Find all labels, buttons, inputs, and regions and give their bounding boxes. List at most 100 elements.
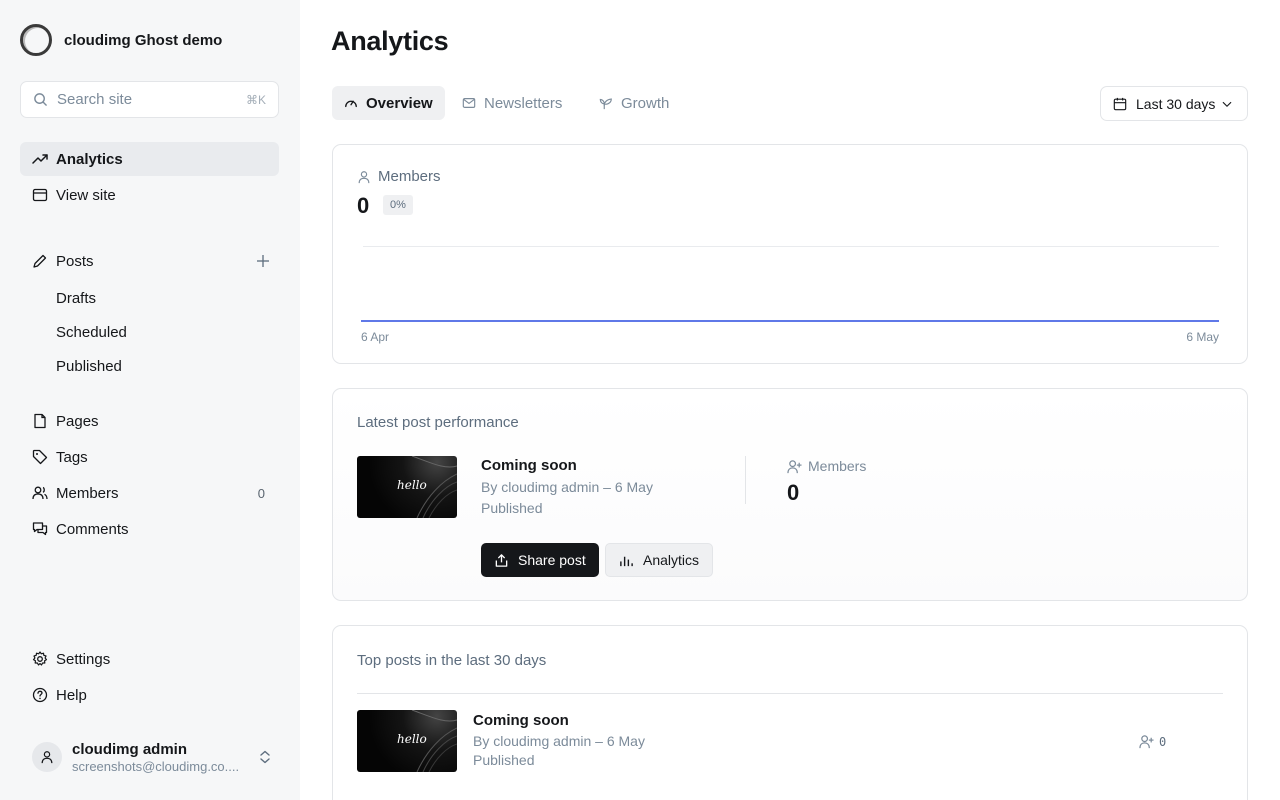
sidebar-item-scheduled[interactable]: Scheduled [56,315,127,349]
avatar [32,742,62,772]
sidebar-item-label: View site [56,186,116,204]
share-post-label: Share post [518,552,586,568]
main-content: Analytics Overview Newsletters Growth La… [300,0,1280,800]
post-title[interactable]: Coming soon [473,712,569,729]
members-count-badge: 0 [257,485,265,501]
date-range-select[interactable]: Last 30 days [1100,86,1248,121]
page-title: Analytics [331,26,449,56]
share-icon [495,553,508,567]
latest-post-card: Latest post performance hello Coming soo… [332,388,1248,601]
post-members-value: 0 [787,480,800,505]
sidebar-item-label: Posts [56,252,94,270]
sidebar-item-published[interactable]: Published [56,349,122,383]
gear-icon [32,651,48,666]
sidebar-item-drafts[interactable]: Drafts [56,281,96,315]
trending-up-icon [32,154,48,164]
post-title[interactable]: Coming soon [481,457,577,474]
tab-growth[interactable]: Growth [587,86,681,120]
sidebar-item-members[interactable]: Members 0 [20,476,279,510]
tab-newsletters[interactable]: Newsletters [450,86,574,120]
chevron-down-icon [1223,101,1232,107]
user-icon [358,170,370,183]
post-analytics-label: Analytics [643,552,700,568]
post-thumbnail[interactable]: hello [357,456,457,518]
bar-chart-icon [620,556,633,566]
post-analytics-button[interactable]: Analytics [605,543,714,577]
post-members-label: Members [787,458,866,474]
sidebar-item-label: Comments [56,520,129,538]
members-change-badge: 0% [383,195,413,215]
user-info: cloudimg admin screenshots@cloudimg.co..… [72,741,258,774]
post-thumbnail: hello [357,710,457,772]
share-post-button[interactable]: Share post [481,543,599,577]
sidebar-item-label: Analytics [56,150,123,168]
sidebar-item-label: Pages [56,412,99,430]
row-members-value: 0 [1159,734,1167,749]
site-logo [20,24,52,56]
browser-window-icon [32,188,48,202]
members-metric-label: Members [357,168,441,185]
members-label-text: Members [378,168,441,185]
tag-icon [32,449,48,465]
sidebar-item-label: Help [56,686,87,704]
sidebar-item-tags[interactable]: Tags [20,440,279,474]
sidebar-item-analytics[interactable]: Analytics [20,142,279,176]
search-icon [34,93,47,106]
horizontal-divider [357,693,1223,694]
users-icon [32,486,48,500]
user-email: screenshots@cloudimg.co.... [72,758,240,774]
members-overview-card: Members 0 0% 6 Apr 6 May [332,144,1248,364]
comments-icon [32,522,48,536]
thumbnail-text: hello [397,478,427,492]
sidebar-item-label: Members [56,484,119,502]
chevron-up-down-icon[interactable] [258,749,272,765]
help-circle-icon [32,687,48,703]
site-name: cloudimg Ghost demo [64,31,223,49]
sprout-icon [599,98,612,110]
user-menu[interactable]: cloudimg admin screenshots@cloudimg.co..… [32,738,272,776]
sidebar-item-posts[interactable]: Posts [20,244,279,278]
site-brand[interactable]: cloudimg Ghost demo [20,24,222,56]
post-members-label-text: Members [808,458,867,474]
pencil-icon [33,254,47,268]
top-posts-heading: Top posts in the last 30 days [357,652,547,669]
sidebar-item-label: Settings [56,650,111,668]
mail-icon [462,98,476,108]
gauge-icon [345,100,357,108]
top-posts-card: Top posts in the last 30 days hello Comi… [332,625,1248,800]
vertical-divider [745,456,746,504]
sidebar-item-pages[interactable]: Pages [20,404,279,438]
post-byline: By cloudimg admin – 6 May [481,479,653,495]
members-total-value: 0 [357,193,370,218]
post-byline: By cloudimg admin – 6 May [473,733,645,749]
user-icon [41,751,53,764]
post-status: Published [473,752,535,768]
sidebar: cloudimg Ghost demo Search site ⌘K Analy… [0,0,300,800]
user-plus-icon [787,459,802,473]
calendar-icon [1113,97,1127,110]
sidebar-item-help[interactable]: Help [20,678,279,712]
tab-label: Growth [621,94,670,112]
search-placeholder: Search site [57,91,133,108]
x-axis-tick-start: 6 Apr [361,330,390,344]
latest-post-heading: Latest post performance [357,414,519,431]
post-status: Published [481,500,543,516]
sidebar-item-comments[interactable]: Comments [20,512,279,546]
file-icon [34,413,46,429]
members-line-chart [361,246,1219,322]
user-plus-icon [1139,735,1154,749]
thumbnail-text: hello [397,732,427,746]
tab-label: Overview [366,94,433,112]
search-site-input[interactable]: Search site ⌘K [20,81,279,118]
tab-overview[interactable]: Overview [332,86,445,120]
date-range-label: Last 30 days [1136,95,1216,112]
x-axis-tick-end: 6 May [1186,330,1219,344]
row-members-metric: 0 [1139,734,1166,749]
tab-label: Newsletters [484,94,563,112]
search-shortcut: ⌘K [245,92,266,107]
sidebar-item-view-site[interactable]: View site [20,178,279,212]
sidebar-item-settings[interactable]: Settings [20,642,279,676]
plus-icon[interactable] [255,253,271,269]
sidebar-item-label: Tags [56,448,88,466]
user-name: cloudimg admin [72,740,188,758]
